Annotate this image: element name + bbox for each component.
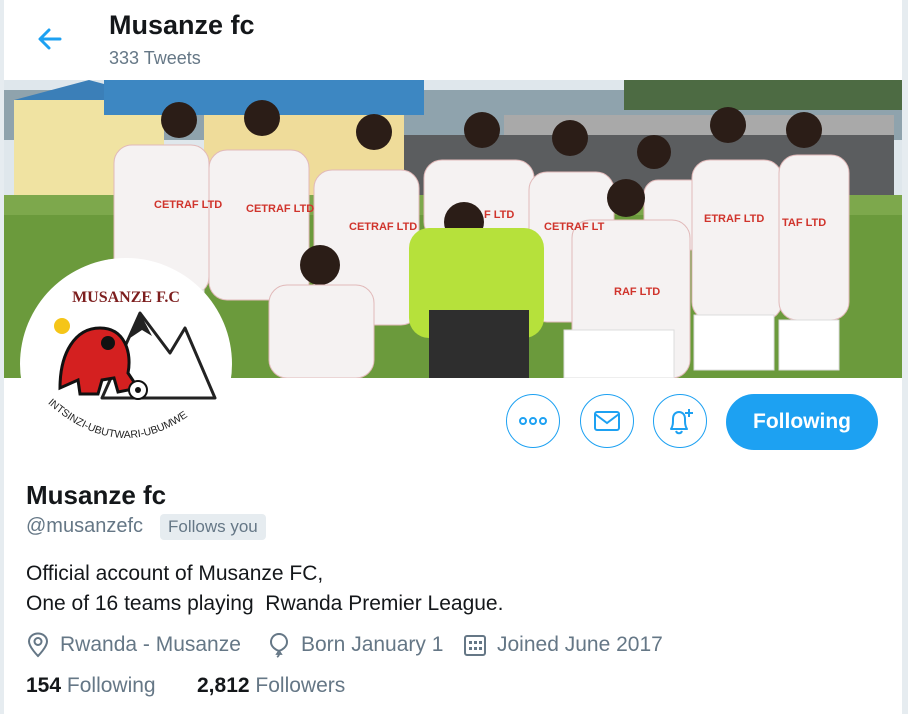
followers-count-link[interactable]: 2,812 Followers [197, 674, 345, 698]
location-text: Rwanda - Musanze [60, 633, 241, 656]
profile-name: Musanze fc [26, 480, 167, 510]
balloon-icon [269, 632, 289, 658]
profile-bio: Official account of Musanze FC, One of 1… [26, 559, 503, 619]
bell-plus-icon [670, 409, 693, 435]
location-pin-icon [27, 632, 49, 658]
jersey-text: CETRAF LTD [154, 199, 222, 211]
profile-handle[interactable]: @musanzefc [26, 515, 143, 538]
more-options-button[interactable] [506, 394, 560, 448]
jersey-text: ETRAF LTD [704, 213, 764, 225]
bio-line: Official account of Musanze FC, [26, 562, 324, 585]
arrow-left-icon [38, 28, 62, 50]
header-title: Musanze fc [109, 10, 255, 40]
jersey-text: CETRAF LT [544, 221, 605, 233]
jersey-text: TAF LTD [782, 217, 826, 229]
profile-joined: Joined June 2017 [463, 631, 663, 659]
followers-count: 2,812 [197, 674, 250, 697]
tweet-count: 333 Tweets [109, 48, 201, 68]
more-dots-icon [519, 417, 547, 425]
jersey-text: CETRAF LTD [246, 203, 314, 215]
envelope-icon [594, 411, 620, 431]
message-button[interactable] [580, 394, 634, 448]
back-button[interactable] [30, 22, 70, 56]
club-logo: MUSANZE F.C INTSINZI-UBUTWARI-UBUMWE [26, 264, 226, 464]
profile-birthday: Born January 1 [267, 631, 443, 659]
jersey-text: RAF LTD [614, 286, 660, 298]
follows-you-badge: Follows you [160, 514, 266, 540]
following-button[interactable]: Following [726, 394, 878, 450]
following-label: Following [66, 674, 156, 697]
jersey-text: CETRAF LTD [349, 221, 417, 233]
bio-line: One of 16 teams playing Rwanda Premier L… [26, 592, 504, 615]
logo-title: MUSANZE F.C [72, 289, 180, 306]
right-border [902, 0, 908, 714]
calendar-icon [464, 635, 486, 656]
joined-text: Joined June 2017 [497, 633, 663, 656]
profile-location: Rwanda - Musanze [26, 631, 241, 659]
jersey-text: F LTD [484, 209, 514, 221]
notifications-button[interactable] [653, 394, 707, 448]
followers-label: Followers [255, 674, 346, 697]
following-count: 154 [26, 674, 62, 697]
birthday-text: Born January 1 [301, 633, 444, 656]
following-count-link[interactable]: 154 Following [26, 674, 156, 698]
profile-header: Musanze fc 333 Tweets [4, 0, 902, 80]
profile-avatar[interactable]: MUSANZE F.C INTSINZI-UBUTWARI-UBUMWE [20, 258, 232, 470]
